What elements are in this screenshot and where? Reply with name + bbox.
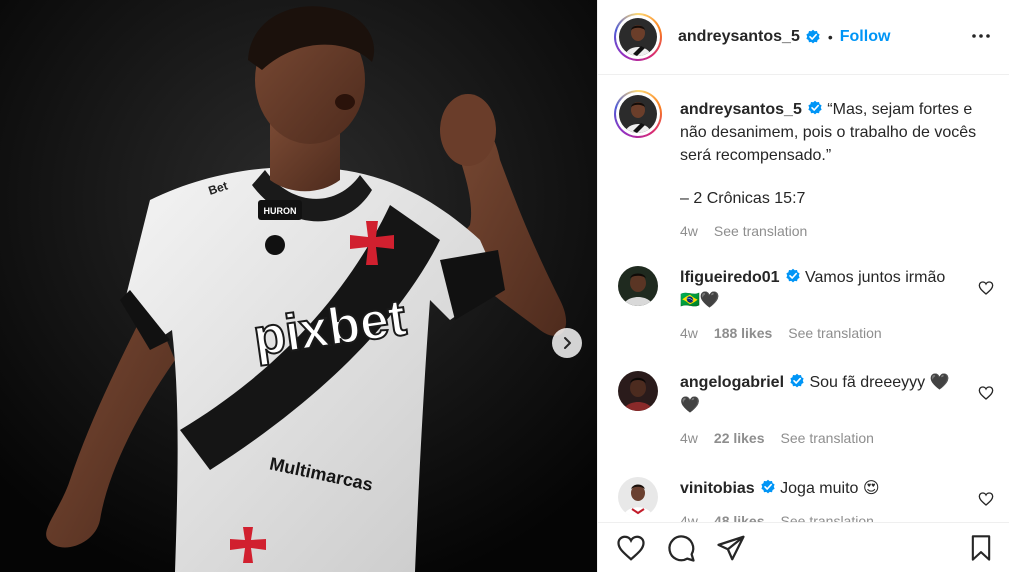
comments-list[interactable]: andreysantos_5 “Mas, sejam fortes e não …	[598, 76, 1009, 522]
comment-body: angelogabriel Sou fã dreeeyyy 🖤🖤 4w 22 l…	[680, 371, 960, 450]
paper-plane-icon[interactable]	[716, 533, 746, 563]
more-options-icon[interactable]	[969, 24, 993, 48]
avatar-image	[618, 477, 658, 517]
verified-badge-icon	[790, 373, 804, 388]
avatar-image	[619, 18, 657, 56]
commenter-avatar[interactable]	[618, 371, 658, 411]
comment-see-translation[interactable]: See translation	[781, 510, 874, 522]
post-header: andreysantos_5 • Follow	[598, 0, 1009, 75]
comment-time[interactable]: 4w	[680, 322, 698, 345]
caption-avatar[interactable]	[614, 90, 662, 138]
comment-likes[interactable]: 22 likes	[714, 427, 765, 450]
comment-time[interactable]: 4w	[680, 510, 698, 522]
verified-badge-icon	[806, 29, 820, 44]
photo-badge-text: HURON	[264, 206, 297, 216]
post-action-bar	[598, 522, 1009, 572]
caption-body: andreysantos_5 “Mas, sejam fortes e não …	[680, 98, 990, 243]
caption-meta: 4w See translation	[680, 220, 990, 243]
separator-dot: •	[827, 29, 833, 45]
like-comment-heart-icon[interactable]	[978, 385, 994, 401]
verified-badge-icon	[761, 479, 775, 494]
post-media[interactable]: HURON pixbet Multimarcas Bet	[0, 0, 597, 572]
instagram-post: HURON pixbet Multimarcas Bet andreysanto…	[0, 0, 1009, 572]
avatar-image	[618, 266, 658, 306]
comment-see-translation[interactable]: See translation	[781, 427, 874, 450]
comment-meta: 4w 188 likes See translation	[680, 322, 960, 345]
post-photo: HURON pixbet Multimarcas Bet	[0, 0, 597, 572]
next-photo-button[interactable]	[552, 328, 582, 358]
like-comment-heart-icon[interactable]	[978, 280, 994, 296]
comment-time[interactable]: 4w	[680, 427, 698, 450]
comment-body: lfigueiredo01 Vamos juntos irmão 🇧🇷🖤 4w …	[680, 266, 960, 345]
comment-text: Joga muito 😍	[780, 480, 880, 497]
post-side-panel: andreysantos_5 • Follow andreysantos_5 “…	[597, 0, 1009, 572]
commenter-avatar[interactable]	[618, 477, 658, 517]
caption-see-translation[interactable]: See translation	[714, 220, 807, 243]
comment-username[interactable]: vinitobias	[680, 480, 755, 497]
caption-time[interactable]: 4w	[680, 220, 698, 243]
comment-likes[interactable]: 48 likes	[714, 510, 765, 522]
caption-reference: – 2 Crônicas 15:7	[680, 190, 806, 207]
comment-likes[interactable]: 188 likes	[714, 322, 772, 345]
chevron-right-icon	[564, 337, 571, 349]
comment-meta: 4w 48 likes See translation	[680, 510, 960, 522]
comment-meta: 4w 22 likes See translation	[680, 427, 960, 450]
comment-body: vinitobias Joga muito 😍 4w 48 likes See …	[680, 477, 960, 522]
avatar-image	[619, 95, 657, 133]
verified-badge-icon	[785, 268, 800, 283]
author-avatar[interactable]	[614, 13, 662, 61]
comment-icon[interactable]	[666, 533, 696, 563]
comment-username[interactable]: lfigueiredo01	[680, 269, 780, 286]
author-username[interactable]: andreysantos_5	[678, 28, 800, 46]
caption-username[interactable]: andreysantos_5	[680, 101, 802, 118]
heart-icon[interactable]	[616, 533, 646, 563]
follow-button[interactable]: Follow	[840, 28, 891, 46]
commenter-avatar[interactable]	[618, 266, 658, 306]
verified-badge-icon	[808, 100, 822, 115]
bookmark-icon[interactable]	[967, 533, 995, 563]
avatar-image	[618, 371, 658, 411]
like-comment-heart-icon[interactable]	[978, 491, 994, 507]
comment-see-translation[interactable]: See translation	[788, 322, 881, 345]
comment-username[interactable]: angelogabriel	[680, 374, 784, 391]
